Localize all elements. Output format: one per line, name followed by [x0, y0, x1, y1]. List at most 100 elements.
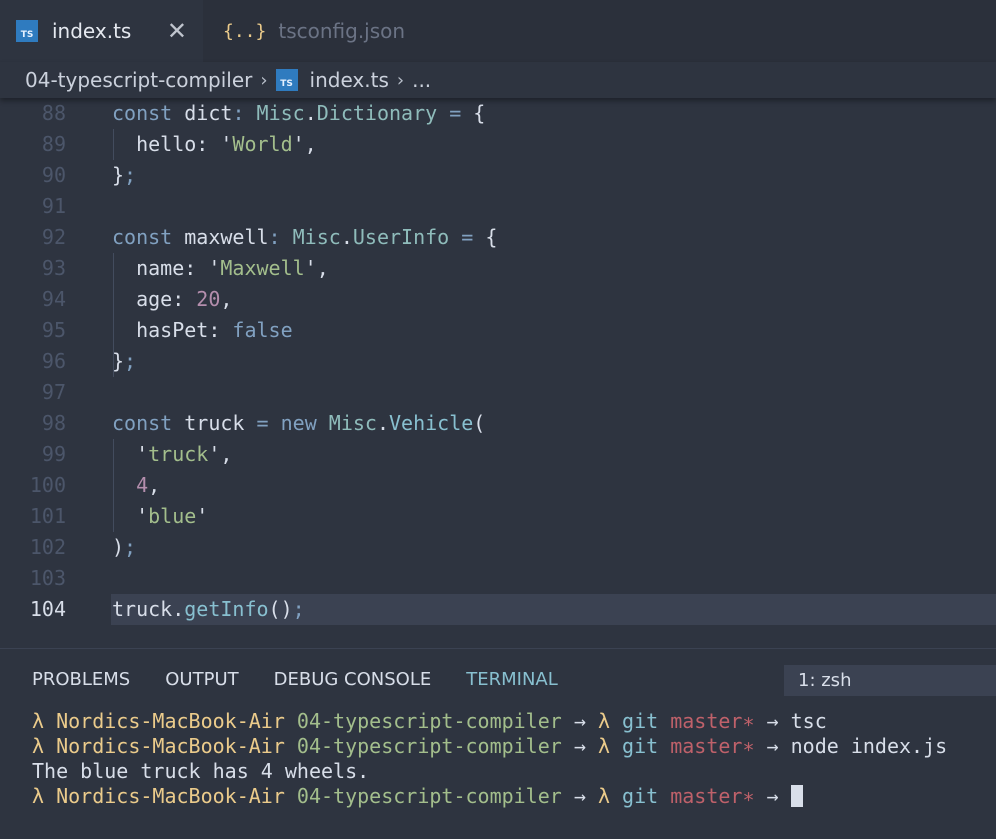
terminal-output[interactable]: λ Nordics-MacBook-Air 04-typescript-comp… [32, 709, 947, 809]
code-text: const truck = new Misc.Vehicle( [112, 408, 485, 439]
code-token: , [148, 473, 161, 497]
code-token: Maxwell [220, 256, 305, 280]
code-token: const [112, 101, 173, 125]
code-line[interactable]: 96}; [0, 346, 996, 377]
code-token: ; [124, 163, 137, 187]
code-text: }; [112, 346, 136, 377]
code-token: ', [208, 442, 233, 466]
code-token: } [112, 349, 125, 373]
panel-tabs: PROBLEMS OUTPUT DEBUG CONSOLE TERMINAL [32, 669, 593, 690]
line-number: 93 [41, 256, 66, 280]
code-text: const maxwell: Misc.UserInfo = { [112, 222, 497, 253]
code-token: . [304, 101, 317, 125]
line-number: 90 [41, 163, 66, 187]
close-icon[interactable]: ✕ [167, 19, 187, 43]
terminal-token: 04-typescript-compiler [296, 734, 562, 758]
code-token: , [220, 287, 233, 311]
line-number: 88 [41, 101, 66, 125]
breadcrumb-file[interactable]: index.ts [310, 68, 389, 92]
breadcrumb: 04-typescript-compiler › TS index.ts › .… [0, 62, 996, 98]
code-line[interactable]: 92 const maxwell: Misc.UserInfo = { [0, 222, 996, 253]
line-number: 103 [29, 566, 66, 590]
breadcrumb-ellipsis[interactable]: ... [412, 68, 431, 92]
code-line[interactable]: 101 'blue' [0, 501, 996, 532]
terminal-token: git [622, 734, 671, 758]
tab-tsconfig-json[interactable]: {..} tsconfig.json [203, 0, 405, 62]
code-text: hasPet: false [112, 315, 293, 346]
line-number: 97 [41, 380, 66, 404]
code-token: ; [292, 597, 305, 621]
chevron-right-icon: › [396, 69, 405, 91]
code-text: 4, [112, 470, 160, 501]
code-token: = [461, 225, 474, 249]
code-line[interactable]: 98 const truck = new Misc.Vehicle( [0, 408, 996, 439]
code-token: World [232, 132, 293, 156]
code-line[interactable]: 93 name: 'Maxwell', [0, 253, 996, 284]
code-token: maxwell [172, 225, 269, 249]
code-line[interactable]: 103 [0, 563, 996, 594]
editor-tab-bar: TS index.ts ✕ {..} tsconfig.json [0, 0, 996, 62]
code-line[interactable]: 89 hello: 'World', [0, 129, 996, 160]
code-token: blue [148, 504, 197, 528]
code-token: Misc [328, 411, 377, 435]
terminal-token: The blue truck has 4 wheels. [32, 759, 370, 783]
terminal-token: → tsc [754, 709, 827, 733]
code-line[interactable]: 102); [0, 532, 996, 563]
line-number: 96 [41, 349, 66, 373]
code-line[interactable]: 104 truck.getInfo(); [0, 594, 996, 625]
tab-debug-console[interactable]: DEBUG CONSOLE [274, 669, 432, 690]
terminal-token: → [561, 784, 598, 808]
code-line[interactable]: 91 [0, 191, 996, 222]
tab-terminal[interactable]: TERMINAL [466, 669, 558, 690]
code-line[interactable]: 95 hasPet: false [0, 315, 996, 346]
line-number: 100 [29, 473, 66, 497]
code-text: name: 'Maxwell', [112, 253, 329, 284]
code-token: Misc [292, 225, 341, 249]
code-token: } [112, 163, 125, 187]
breadcrumb-folder[interactable]: 04-typescript-compiler [25, 68, 252, 92]
code-token: hasPet: [112, 318, 233, 342]
line-number: 102 [29, 535, 66, 559]
tab-problems[interactable]: PROBLEMS [32, 669, 130, 690]
terminal-token: → node index.js [754, 734, 948, 758]
code-token: : [232, 101, 245, 125]
code-text: const dict: Misc.Dictionary = { [112, 98, 485, 129]
code-token: new [280, 411, 317, 435]
line-number: 92 [41, 225, 66, 249]
terminal-select[interactable]: 1: zsh [784, 665, 996, 696]
code-line[interactable]: 100 4, [0, 470, 996, 501]
line-number: 89 [41, 132, 66, 156]
code-line[interactable]: 94 age: 20, [0, 284, 996, 315]
code-token: age: [112, 287, 197, 311]
code-text: ); [112, 532, 136, 563]
tab-output[interactable]: OUTPUT [165, 669, 238, 690]
line-number: 101 [29, 504, 66, 528]
tab-label: index.ts [52, 19, 132, 43]
terminal-token: λ [597, 734, 623, 758]
code-token: ', [292, 132, 317, 156]
code-token: ', [304, 256, 329, 280]
chevron-right-icon: › [260, 69, 268, 91]
code-token: () [268, 597, 293, 621]
code-token: truck. [112, 597, 185, 621]
line-number: 95 [41, 318, 66, 342]
terminal-line: λ Nordics-MacBook-Air 04-typescript-comp… [32, 784, 947, 809]
code-editor[interactable]: 88 const dict: Misc.Dictionary = {89 hell… [0, 98, 996, 646]
terminal-token: master∗ [670, 734, 755, 758]
code-line[interactable]: 88 const dict: Misc.Dictionary = { [0, 98, 996, 129]
code-token: : [268, 225, 281, 249]
code-token: dict [172, 101, 233, 125]
code-token: ' [196, 504, 209, 528]
terminal-token: λ [597, 709, 623, 733]
tab-index-ts[interactable]: TS index.ts ✕ [0, 0, 203, 62]
code-token: . [376, 411, 389, 435]
code-line[interactable]: 90}; [0, 160, 996, 191]
code-line[interactable]: 99 'truck', [0, 439, 996, 470]
code-line[interactable]: 97 [0, 377, 996, 408]
code-token: ( [473, 411, 486, 435]
code-token: UserInfo [352, 225, 450, 249]
code-text: hello: 'World', [112, 129, 317, 160]
